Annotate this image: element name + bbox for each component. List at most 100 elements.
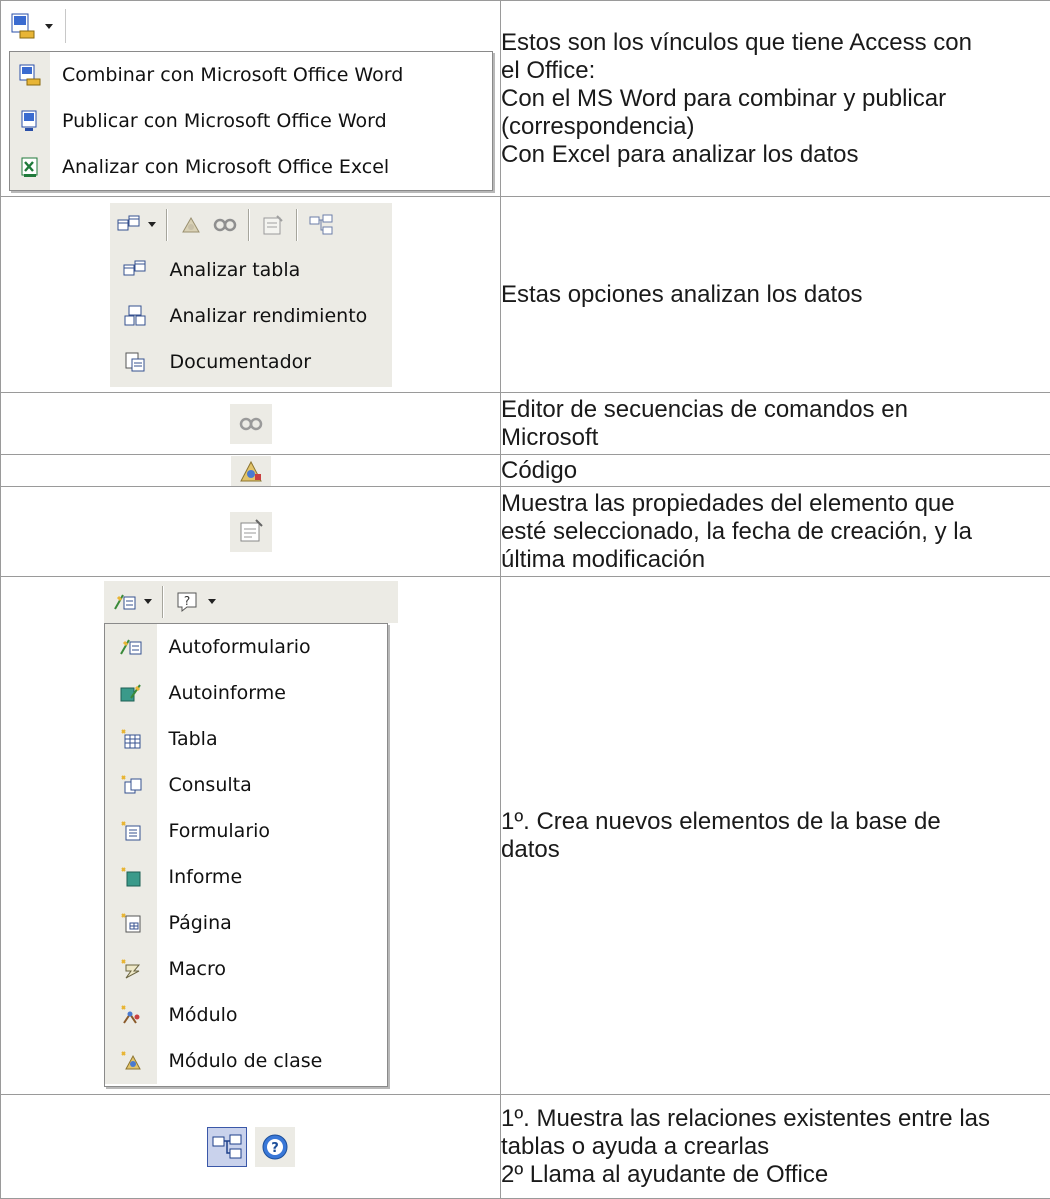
script-editor-button[interactable] <box>208 207 242 243</box>
properties-button[interactable] <box>256 207 290 243</box>
menu-item-modulo-de-clase[interactable]: Módulo de clase <box>105 1038 387 1084</box>
office-links-toolbar <box>5 7 495 45</box>
menu-item-label: Analizar rendimiento <box>160 305 368 327</box>
relationships-description: 1º. Muestra las relaciones existentes en… <box>501 1095 1050 1199</box>
help-button[interactable]: ? <box>255 1127 295 1167</box>
properties-cell <box>1 487 501 577</box>
properties-icon <box>230 512 272 552</box>
menu-item-label: Página <box>157 912 232 934</box>
menu-item-label: Analizar tabla <box>160 259 301 281</box>
help-icon: ? <box>175 590 199 614</box>
help-icon: ? <box>261 1133 289 1161</box>
office-links-button[interactable] <box>5 8 41 44</box>
relationships-cell: ? <box>1 1095 501 1199</box>
menu-item-formulario[interactable]: Formulario <box>105 808 387 854</box>
code-icon <box>231 456 271 486</box>
chevron-down-icon[interactable] <box>148 222 156 227</box>
menu-item-tabla[interactable]: Tabla <box>105 716 387 762</box>
relationships-button[interactable] <box>207 1127 247 1167</box>
menu-item-analizar-tabla[interactable]: Analizar tabla <box>110 247 392 293</box>
code-cell <box>1 455 501 487</box>
new-object-description: 1º. Crea nuevos elementos de la base de … <box>501 577 1050 1095</box>
office-links-description: Estos son los vínculos que tiene Access … <box>501 1 1050 197</box>
office-links-menu: Combinar con Microsoft Office Word Publi… <box>9 51 493 191</box>
analyze-table-icon <box>123 259 147 281</box>
analyze-menu: Analizar tabla Analizar rendimiento Docu… <box>110 247 392 387</box>
code-button[interactable] <box>174 207 208 243</box>
new-report-icon <box>119 866 143 888</box>
script-editor-icon <box>230 404 272 444</box>
script-editor-icon <box>213 218 237 232</box>
menu-item-label: Macro <box>157 958 227 980</box>
documenter-icon <box>123 351 147 373</box>
chevron-down-icon[interactable] <box>45 24 53 29</box>
properties-button[interactable] <box>230 512 272 552</box>
new-object-button[interactable] <box>110 584 140 620</box>
autoreport-icon <box>119 682 143 704</box>
new-query-icon <box>119 774 143 796</box>
table-row: Combinar con Microsoft Office Word Publi… <box>1 1 1050 197</box>
menu-item-informe[interactable]: Informe <box>105 854 387 900</box>
analyze-button[interactable] <box>114 207 144 243</box>
relationships-icon <box>212 1133 242 1161</box>
svg-text:?: ? <box>271 1141 279 1156</box>
analyze-table-icon <box>117 214 141 236</box>
properties-icon <box>261 214 285 236</box>
chevron-down-icon[interactable] <box>144 599 152 604</box>
svg-text:?: ? <box>183 594 189 608</box>
script-editor-description: Editor de secuencias de comandos en Micr… <box>501 393 1050 455</box>
menu-item-label: Tabla <box>157 728 218 750</box>
menu-item-label: Autoformulario <box>157 636 311 658</box>
new-table-icon <box>119 728 143 750</box>
properties-description: Muestra las propiedades del elemento que… <box>501 487 1050 577</box>
menu-item-label: Consulta <box>157 774 252 796</box>
code-icon <box>179 214 203 236</box>
menu-item-label: Analizar con Microsoft Office Excel <box>50 156 389 178</box>
relationships-button[interactable] <box>304 207 338 243</box>
script-editor-cell <box>1 393 501 455</box>
menu-item-autoformulario[interactable]: Autoformulario <box>105 624 387 670</box>
table-row: ? Autoformulario Autoinforme Tabla <box>1 577 1050 1095</box>
word-publish-icon <box>19 110 41 132</box>
menu-item-consulta[interactable]: Consulta <box>105 762 387 808</box>
relationships-icon <box>309 214 333 236</box>
analyze-description: Estas opciones analizan los datos <box>501 197 1050 393</box>
menu-item-label: Informe <box>157 866 243 888</box>
menu-item-macro[interactable]: Macro <box>105 946 387 992</box>
menu-item-documentador[interactable]: Documentador <box>110 339 392 385</box>
new-object-toolbar: ? <box>104 581 398 623</box>
menu-item-modulo[interactable]: Módulo <box>105 992 387 1038</box>
menu-item-autoinforme[interactable]: Autoinforme <box>105 670 387 716</box>
new-page-icon <box>119 912 143 934</box>
menu-item-label: Documentador <box>160 351 312 373</box>
menu-item-label: Módulo <box>157 1004 238 1026</box>
table-row: Muestra las propiedades del elemento que… <box>1 487 1050 577</box>
script-editor-button[interactable] <box>230 404 272 444</box>
menu-item-publicar[interactable]: Publicar con Microsoft Office Word <box>10 98 492 144</box>
word-merge-icon <box>10 13 36 39</box>
excel-icon <box>19 156 41 178</box>
code-button[interactable] <box>231 456 271 486</box>
analyze-performance-icon <box>123 305 147 327</box>
menu-item-analizar-rendimiento[interactable]: Analizar rendimiento <box>110 293 392 339</box>
autoform-icon <box>113 591 137 613</box>
office-links-cell: Combinar con Microsoft Office Word Publi… <box>1 1 501 197</box>
menu-item-label: Combinar con Microsoft Office Word <box>50 64 403 86</box>
help-button[interactable]: ? <box>170 584 204 620</box>
table-row: Código <box>1 455 1050 487</box>
table-row: Analizar tabla Analizar rendimiento Docu… <box>1 197 1050 393</box>
menu-item-analizar-excel[interactable]: Analizar con Microsoft Office Excel <box>10 144 492 190</box>
new-module-icon <box>119 1004 143 1026</box>
new-class-module-icon <box>119 1050 143 1072</box>
autoform-icon <box>119 636 143 658</box>
menu-item-label: Formulario <box>157 820 271 842</box>
word-merge-icon <box>19 64 41 86</box>
table-row: Editor de secuencias de comandos en Micr… <box>1 393 1050 455</box>
menu-item-combinar[interactable]: Combinar con Microsoft Office Word <box>10 52 492 98</box>
analyze-toolbar <box>110 203 392 247</box>
new-form-icon <box>119 820 143 842</box>
new-object-cell: ? Autoformulario Autoinforme Tabla <box>1 577 501 1095</box>
chevron-down-icon[interactable] <box>208 599 216 604</box>
menu-item-pagina[interactable]: Página <box>105 900 387 946</box>
menu-item-label: Módulo de clase <box>157 1050 323 1072</box>
